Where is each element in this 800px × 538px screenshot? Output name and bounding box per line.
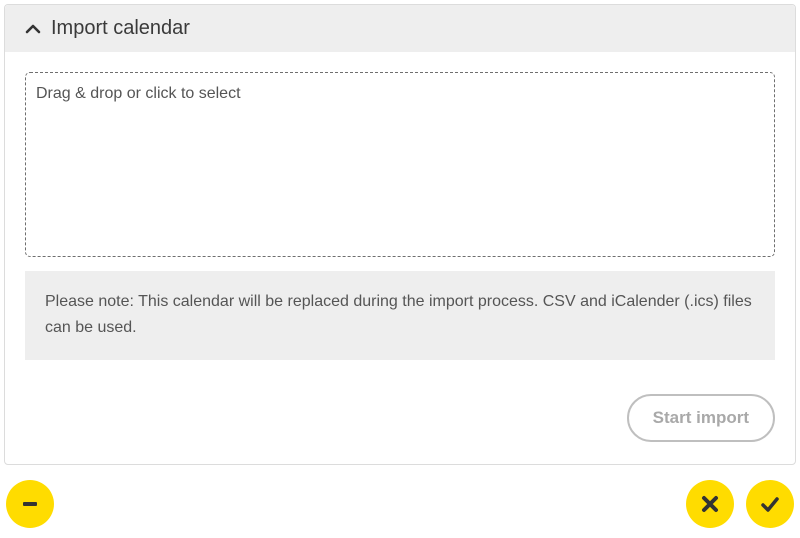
panel-actions: Start import: [25, 394, 775, 442]
panel-body: Drag & drop or click to select Please no…: [5, 52, 795, 464]
cancel-button[interactable]: [686, 480, 734, 528]
confirm-button[interactable]: [746, 480, 794, 528]
footer-actions: [0, 480, 800, 528]
dropzone-text: Drag & drop or click to select: [36, 85, 241, 102]
file-dropzone[interactable]: Drag & drop or click to select: [25, 72, 775, 257]
footer-right: [686, 480, 794, 528]
import-note: Please note: This calendar will be repla…: [25, 271, 775, 360]
minus-icon: [20, 494, 40, 514]
start-import-label: Start import: [653, 408, 749, 427]
panel-header[interactable]: Import calendar: [5, 5, 795, 52]
import-note-text: Please note: This calendar will be repla…: [45, 293, 752, 336]
panel-title: Import calendar: [51, 17, 190, 40]
import-calendar-panel: Import calendar Drag & drop or click to …: [4, 4, 796, 465]
start-import-button[interactable]: Start import: [627, 394, 775, 442]
check-icon: [760, 494, 780, 514]
remove-button[interactable]: [6, 480, 54, 528]
cancel-icon: [700, 494, 720, 514]
chevron-up-icon: [25, 21, 41, 37]
